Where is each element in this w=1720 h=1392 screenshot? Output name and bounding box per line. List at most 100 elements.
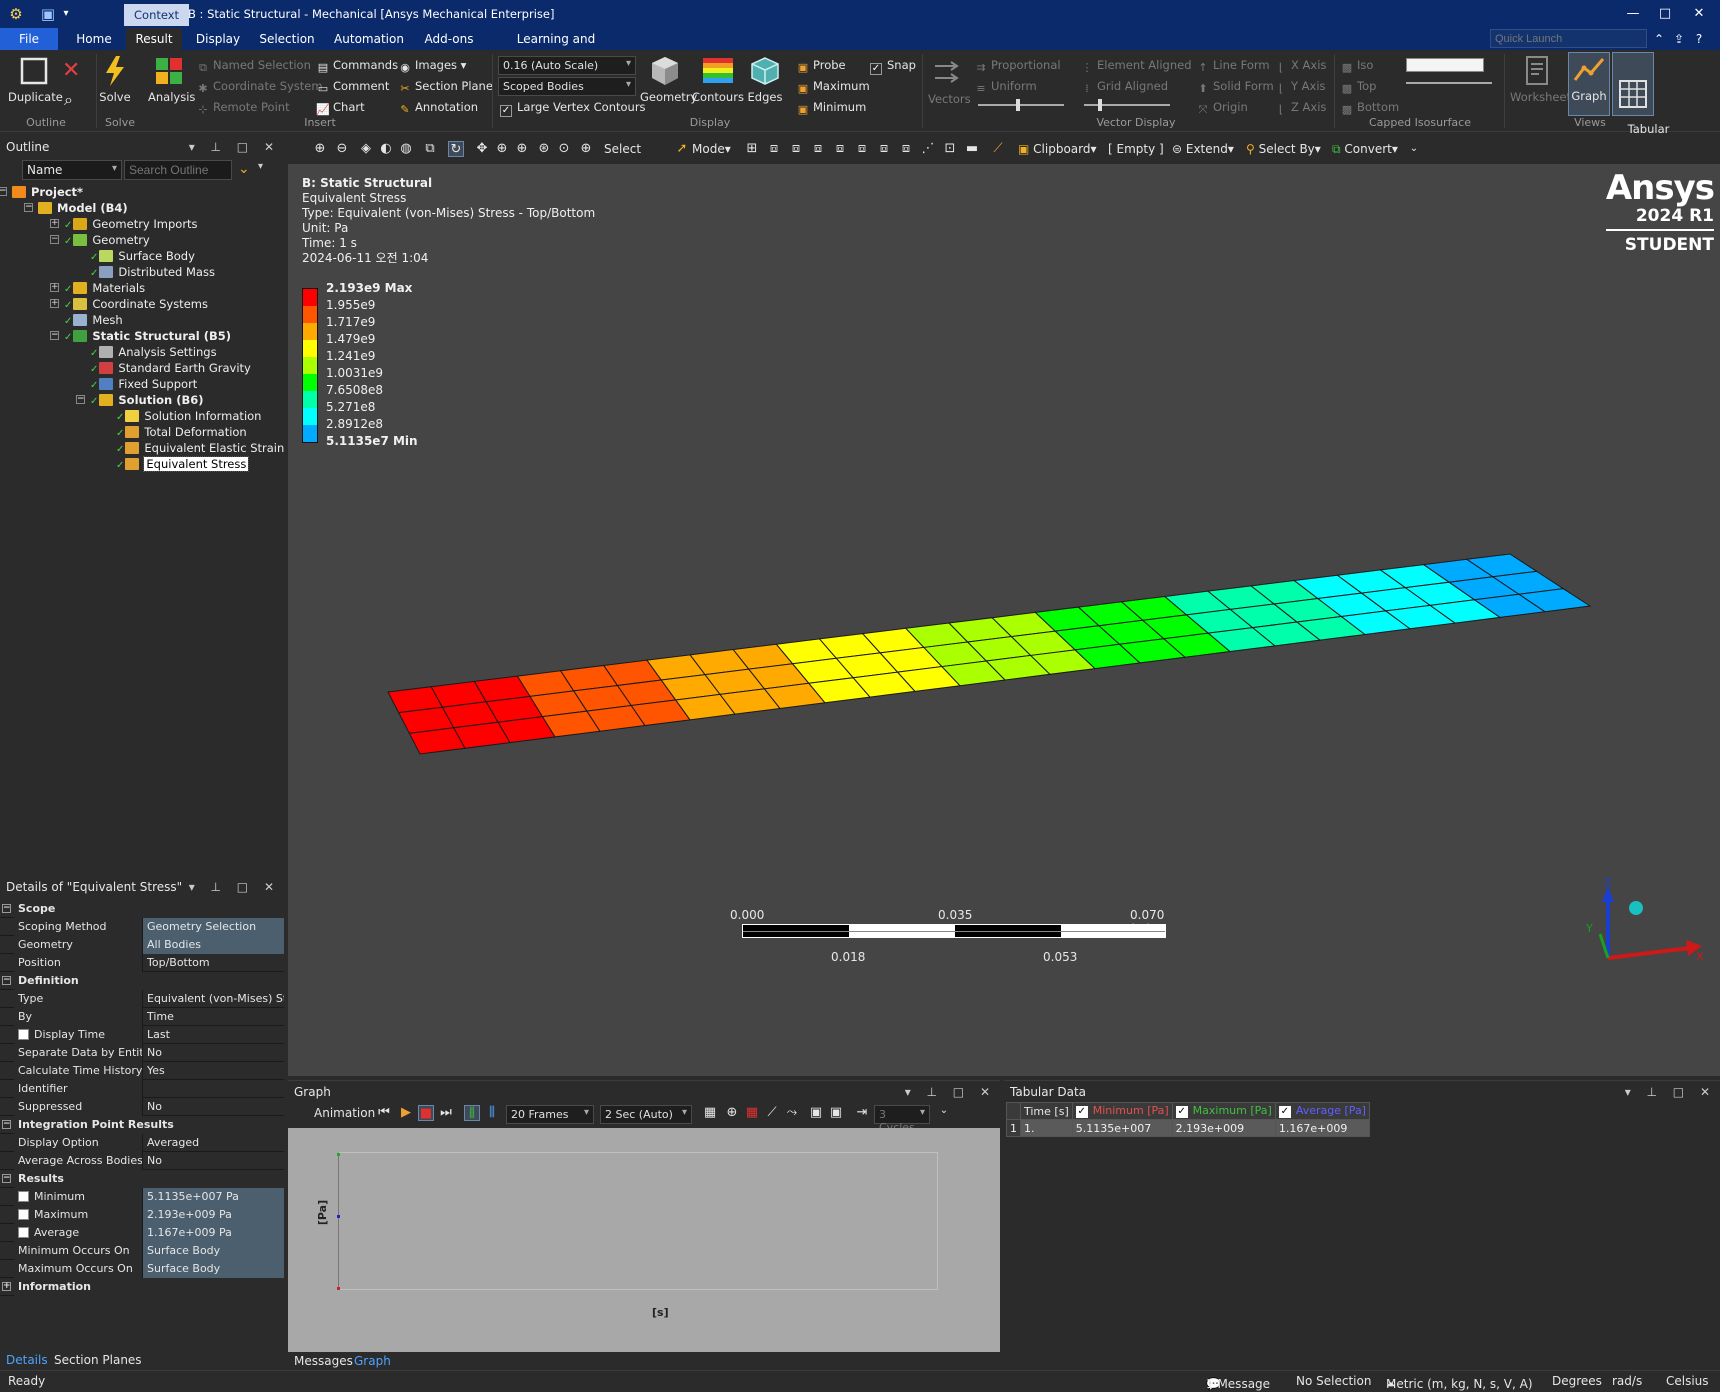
solid-form-button[interactable]: ⬆ Solid Form [1196, 79, 1273, 95]
mode-button[interactable]: Mode▾ [692, 142, 731, 156]
label-icon[interactable]: ⊡ [942, 141, 958, 157]
collapse-icon[interactable]: − [50, 331, 59, 340]
y-axis-button[interactable]: ⌊ Y Axis [1274, 79, 1326, 95]
table-cell[interactable]: 1 [1006, 1119, 1021, 1137]
chart-button[interactable]: 📈 Chart [316, 100, 364, 116]
tree-item[interactable]: − ✓ Geometry [50, 232, 150, 248]
details-value[interactable]: Last [143, 1026, 284, 1044]
details-value[interactable]: 5.1135e+007 Pa [143, 1188, 284, 1206]
expand-icon[interactable]: + [2, 1282, 11, 1291]
collapse-icon[interactable]: − [50, 235, 59, 244]
details-value[interactable]: 2.193e+009 Pa [143, 1206, 284, 1224]
details-row[interactable]: Type Equivalent (von-Mises) St... [0, 990, 284, 1008]
share-icon[interactable]: ⇪ [1670, 30, 1688, 48]
graph-style-icon[interactable]: ⤳ [784, 1105, 800, 1121]
details-value[interactable]: No [143, 1044, 284, 1062]
minimum-button[interactable]: ▣ Minimum [796, 100, 867, 116]
panel-buttons[interactable]: ▾ ⊥ □ ✕ [905, 1081, 996, 1103]
details-value[interactable]: Surface Body [143, 1242, 284, 1260]
play-icon[interactable]: ▶ [398, 1105, 414, 1121]
select-node-icon[interactable]: ⧈ [832, 141, 848, 157]
collapse-icon[interactable]: − [2, 976, 11, 985]
color-bar-icon[interactable]: ▦ [744, 1105, 760, 1121]
chevron-down-icon[interactable]: ▾ [258, 161, 263, 172]
table-cell[interactable]: 1.167e+009 [1274, 1119, 1370, 1137]
zoom-icon[interactable]: ⊕ [494, 141, 510, 157]
quick-launch-input[interactable] [1490, 29, 1647, 48]
details-value[interactable]: Yes [143, 1062, 284, 1080]
quick-access-dropdown-icon[interactable]: ▾ [56, 4, 76, 24]
details-row[interactable]: By Time [0, 1008, 284, 1026]
iso-button[interactable]: ▩ Iso [1340, 58, 1374, 74]
details-row[interactable]: Suppressed No [0, 1098, 284, 1116]
details-section[interactable]: − Scope [0, 900, 284, 918]
slider-thumb[interactable] [1098, 99, 1102, 111]
result-sets-icon[interactable]: ⫼ [484, 1105, 500, 1121]
tab-details[interactable]: Details [6, 1353, 48, 1367]
tree-item[interactable]: + ✓ Coordinate Systems [50, 296, 208, 312]
select-button[interactable]: Select [604, 142, 641, 156]
details-row[interactable]: Average 1.167e+009 Pa [0, 1224, 284, 1242]
table-cell[interactable]: 5.1135e+007 [1071, 1119, 1173, 1137]
tab-learning-and-support[interactable]: Learning and Support [496, 28, 616, 68]
edges-button[interactable]: Edges [746, 54, 784, 104]
vector-density-slider[interactable] [1084, 99, 1170, 111]
section-plane-button[interactable]: ✂ Section Plane [398, 79, 493, 95]
details-section[interactable]: − Integration Point Results [0, 1116, 284, 1134]
chart-icon[interactable]: ⟋ [990, 141, 1006, 157]
tree-item[interactable]: − ✓ Solution (B6) [76, 392, 204, 408]
magnifier-icon[interactable]: ⊙ [556, 141, 572, 157]
select-all-icon[interactable]: ⋰ [920, 141, 936, 157]
details-row[interactable]: Average Across Bodies No [0, 1152, 284, 1170]
select-element-face-icon[interactable]: ⧈ [854, 141, 870, 157]
collapse-icon[interactable]: − [2, 1120, 11, 1129]
grid-aligned-button[interactable]: ⁞ Grid Aligned [1080, 79, 1168, 95]
tab-add-ons[interactable]: Add-ons [418, 28, 480, 50]
table-header[interactable]: Time [s] [1020, 1102, 1073, 1120]
select-body-icon[interactable]: ⧈ [810, 141, 826, 157]
zoom-in-icon[interactable]: ⊕ [312, 141, 328, 157]
column-checkbox[interactable]: ✓ [1175, 1106, 1188, 1118]
vectors-button[interactable]: Vectors [928, 56, 971, 106]
parameter-checkbox[interactable] [18, 1227, 29, 1238]
scale-combo[interactable]: 0.16 (Auto Scale) [498, 56, 636, 75]
table-cell[interactable]: 2.193e+009 [1171, 1119, 1276, 1137]
details-row[interactable]: Identifier [0, 1080, 284, 1098]
select-mode-icon[interactable]: ⧉ [422, 141, 438, 157]
select-by-button[interactable]: ⚲ Select By▾ [1246, 142, 1321, 156]
tree-item[interactable]: ✓ Total Deformation [116, 424, 247, 440]
details-section[interactable]: − Results [0, 1170, 284, 1188]
box-zoom-icon[interactable]: ⊕ [514, 141, 530, 157]
details-row[interactable]: Minimum 5.1135e+007 Pa [0, 1188, 284, 1206]
tabular-data-view-button[interactable]: Tabular Data [1612, 52, 1669, 147]
cycles-field[interactable]: 3 Cycles [874, 1105, 930, 1134]
details-value[interactable] [143, 1080, 284, 1098]
details-section[interactable]: − Definition [0, 972, 284, 990]
contours-button[interactable]: Contours [692, 54, 744, 104]
pan-icon[interactable]: ✥ [474, 141, 490, 157]
angle-unit-indicator[interactable]: Degrees [1552, 1374, 1602, 1388]
name-filter-combo[interactable]: Name [22, 160, 122, 180]
distributed-icon[interactable]: ⫼ [464, 1105, 480, 1121]
save-icon[interactable]: ▣ [38, 4, 58, 24]
timeline-icon[interactable]: ▦ [702, 1105, 718, 1121]
filter-dropdown-icon[interactable]: ⌄ [238, 161, 250, 177]
details-row[interactable]: Position Top/Bottom [0, 954, 284, 972]
tree-item[interactable]: ✓ Distributed Mass [90, 264, 215, 280]
parameter-checkbox[interactable] [18, 1191, 29, 1202]
details-row[interactable]: Calculate Time History Yes [0, 1062, 284, 1080]
select-edge-icon[interactable]: ⧈ [766, 141, 782, 157]
tree-item[interactable]: − Project* [0, 184, 83, 200]
table-header[interactable]: ✓ Minimum [Pa] [1071, 1102, 1173, 1120]
minimize-button[interactable]: — [1620, 2, 1646, 26]
panel-buttons[interactable]: ▾ ⊥ □ ✕ [1625, 1081, 1716, 1103]
close-window-button[interactable]: ✕ [1686, 2, 1712, 26]
x-axis-button[interactable]: ⌊ X Axis [1274, 58, 1327, 74]
convert-button[interactable]: ⧉ Convert▾ [1332, 142, 1398, 157]
iso-view-icon[interactable]: ◈ [358, 141, 374, 157]
annotation-button[interactable]: ✎ Annotation [398, 100, 478, 116]
details-row[interactable]: Geometry All Bodies [0, 936, 284, 954]
images-button[interactable]: ◉ Images ▾ [398, 58, 466, 74]
tab-messages[interactable]: Messages [294, 1354, 353, 1368]
isosurface-value-field[interactable] [1406, 58, 1484, 72]
